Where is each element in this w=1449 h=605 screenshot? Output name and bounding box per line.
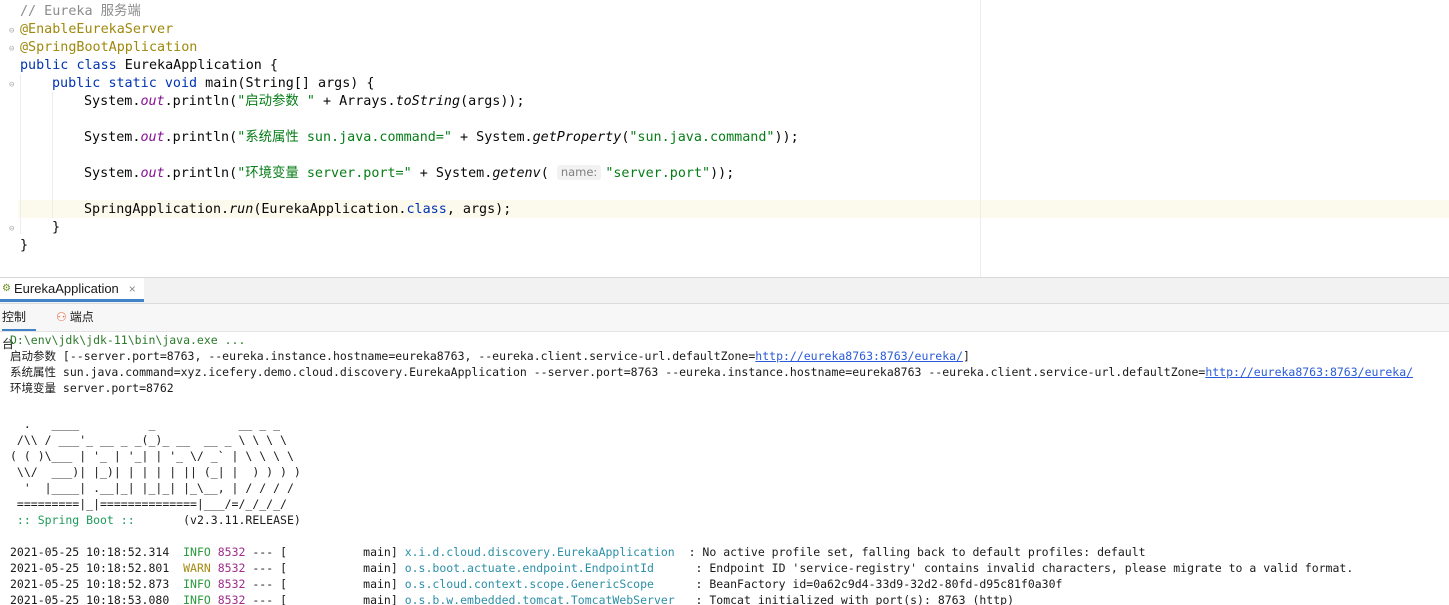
right-margin-guide bbox=[980, 0, 981, 277]
code-brace: } bbox=[52, 220, 61, 235]
run-tab-eureka-application[interactable]: ⚙ EurekaApplication × bbox=[0, 278, 144, 302]
log-line: 2021-05-25 10:18:53.080 INFO 8532 --- [ … bbox=[10, 593, 1014, 605]
spring-boot-version-line: :: Spring Boot :: (v2.3.11.RELEASE) bbox=[10, 513, 301, 527]
console-command-line: D:\env\jdk\jdk-11\bin\java.exe ... bbox=[10, 333, 246, 347]
code-brace: } bbox=[20, 238, 29, 253]
console-line: 系统属性 sun.java.command=xyz.icefery.demo.c… bbox=[10, 365, 1414, 379]
tab-console[interactable]: 控制台 bbox=[2, 304, 36, 351]
tab-breakpoints-label: 端点 bbox=[69, 310, 94, 324]
breakpoints-icon: ⚇ bbox=[56, 310, 67, 324]
banner-line: ' |____| .__|_| |_|_| |_\__, | / / / / bbox=[10, 481, 294, 495]
banner-line: =========|_|==============|___/=/_/_/_/ bbox=[10, 497, 287, 511]
banner-line: . ____ _ __ _ _ bbox=[10, 417, 281, 431]
code-line: System.out.println("环境变量 server.port=" +… bbox=[84, 165, 735, 181]
code-annotation: @SpringBootApplication bbox=[20, 40, 198, 55]
run-tab-bar: ⚙ EurekaApplication × bbox=[0, 278, 1449, 304]
run-tab-label: EurekaApplication bbox=[14, 281, 119, 296]
tab-breakpoints[interactable]: ⚇ 端点 bbox=[56, 304, 94, 331]
code-annotation: @EnableEurekaServer bbox=[20, 22, 174, 37]
fold-icon[interactable]: ⊖ bbox=[9, 224, 17, 234]
fold-icon[interactable]: ⊖ bbox=[9, 44, 17, 54]
banner-line: /\\ / ___'_ __ _ _(_)_ __ __ _ \ \ \ \ bbox=[10, 433, 287, 447]
log-line: 2021-05-25 10:18:52.314 INFO 8532 --- [ … bbox=[10, 545, 1146, 559]
run-sub-tabs: 控制台 ⚇ 端点 bbox=[0, 304, 1449, 351]
code-editor[interactable]: ⊖ ⊖ ⊖ ⊖ // Eureka 服务端 @EnableEurekaServe… bbox=[0, 0, 1449, 277]
editor-gutter: ⊖ ⊖ ⊖ ⊖ bbox=[0, 0, 18, 277]
code-line: SpringApplication.run(EurekaApplication.… bbox=[84, 202, 512, 217]
code-class-declaration: public class EurekaApplication { bbox=[20, 58, 278, 73]
spring-run-icon: ⚙ bbox=[2, 282, 11, 294]
console-link[interactable]: http://eureka8763:8763/eureka/ bbox=[1205, 365, 1413, 379]
indent-guide bbox=[20, 74, 21, 234]
console-link[interactable]: http://eureka8763:8763/eureka/ bbox=[755, 349, 963, 363]
code-line: System.out.println("系统属性 sun.java.comman… bbox=[84, 130, 799, 145]
banner-line: \\/ ___)| |_)| | | | | || (_| | ) ) ) ) bbox=[10, 465, 301, 479]
console-output[interactable]: D:\env\jdk\jdk-11\bin\java.exe ... 启动参数 … bbox=[0, 332, 1449, 605]
log-line: 2021-05-25 10:18:52.801 WARN 8532 --- [ … bbox=[10, 561, 1354, 575]
code-comment: // Eureka 服务端 bbox=[20, 4, 141, 19]
fold-icon[interactable]: ⊖ bbox=[9, 80, 17, 90]
fold-icon[interactable]: ⊖ bbox=[9, 26, 17, 36]
log-line: 2021-05-25 10:18:52.873 INFO 8532 --- [ … bbox=[10, 577, 1063, 591]
banner-line: ( ( )\___ | '_ | '_| | '_ \/ _` | \ \ \ … bbox=[10, 449, 294, 463]
console-line: 启动参数 [--server.port=8763, --eureka.insta… bbox=[10, 349, 970, 363]
code-line: System.out.println("启动参数 " + Arrays.toSt… bbox=[84, 94, 525, 109]
close-icon[interactable]: × bbox=[129, 282, 136, 296]
parameter-hint: name: bbox=[556, 165, 602, 180]
indent-guide bbox=[52, 92, 53, 218]
console-line: 环境变量 server.port=8762 bbox=[10, 381, 174, 395]
code-main-declaration: public static void main(String[] args) { bbox=[52, 76, 375, 91]
